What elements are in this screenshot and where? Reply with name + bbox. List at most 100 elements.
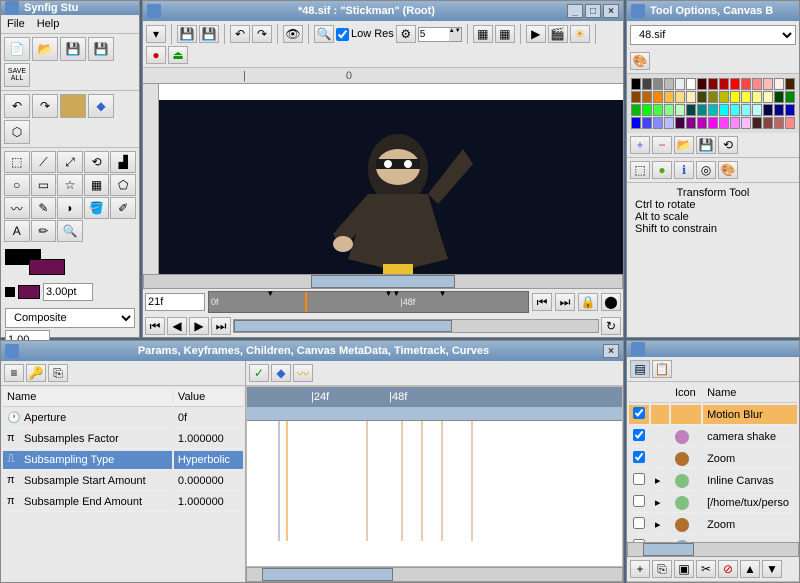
palette-cell[interactable] xyxy=(675,91,685,103)
palette-cell[interactable] xyxy=(752,91,762,103)
seek-end[interactable]: ⏭ xyxy=(211,317,231,335)
palette-cell[interactable] xyxy=(664,91,674,103)
time-input[interactable] xyxy=(145,293,205,311)
palette-cell[interactable] xyxy=(664,78,674,90)
palette-default[interactable]: ⟲ xyxy=(718,136,738,154)
layer-up[interactable]: ▲ xyxy=(740,560,760,578)
layer-row[interactable]: Zoom xyxy=(629,449,797,469)
toolbox-titlebar[interactable]: Synfig Stu xyxy=(1,1,139,15)
palette-cell[interactable] xyxy=(763,117,773,129)
palette-cell[interactable] xyxy=(774,78,784,90)
smooth-tool[interactable]: ⟋ xyxy=(31,151,57,173)
layer-group[interactable]: ▣ xyxy=(674,560,694,578)
palette-cell[interactable] xyxy=(686,104,696,116)
play[interactable]: ▶ xyxy=(189,317,209,335)
seek-prev[interactable]: ⏮ xyxy=(532,293,552,311)
palette-cell[interactable] xyxy=(708,104,718,116)
seek-next[interactable]: ⏭ xyxy=(555,293,575,311)
palette-cell[interactable] xyxy=(653,104,663,116)
param-row[interactable]: πSubsample End Amount1.000000 xyxy=(3,493,243,512)
tb-eye[interactable]: 👁 xyxy=(283,25,303,43)
layer-row[interactable]: camera shake xyxy=(629,427,797,447)
palette-cell[interactable] xyxy=(763,78,773,90)
width-tool[interactable]: ◗ xyxy=(57,197,83,219)
open-button[interactable]: 📂 xyxy=(32,37,58,61)
bounds-icon[interactable]: ⬤ xyxy=(601,293,621,311)
gradient-tool[interactable]: ▦ xyxy=(84,174,110,196)
menu-help[interactable]: Help xyxy=(37,18,60,30)
seek-begin[interactable]: ⏮ xyxy=(145,317,165,335)
layers-table[interactable]: IconName Motion Blurcamera shakeZoom▸Inl… xyxy=(627,382,799,542)
palette-cell[interactable] xyxy=(631,78,641,90)
palette-cell[interactable] xyxy=(763,104,773,116)
palette-cell[interactable] xyxy=(642,117,652,129)
palette-cell[interactable] xyxy=(708,91,718,103)
polygon-tool[interactable]: ⬠ xyxy=(110,174,136,196)
canvas-area[interactable]: |0 xyxy=(143,68,623,274)
tt-tab2[interactable]: ◆ xyxy=(271,364,291,382)
palette-cell[interactable] xyxy=(708,78,718,90)
canvas-viewport[interactable] xyxy=(159,100,623,274)
param-row[interactable]: πSubsamples Factor1.000000 xyxy=(3,430,243,449)
palette-cell[interactable] xyxy=(741,78,751,90)
palette-cell[interactable] xyxy=(774,91,784,103)
zoom-tool[interactable]: 🔍 xyxy=(57,220,83,242)
param-row[interactable]: ⎍Subsampling TypeHyperbolic xyxy=(3,451,243,470)
time-cursor[interactable] xyxy=(305,292,307,312)
palette-cell[interactable] xyxy=(708,117,718,129)
palette-cell[interactable] xyxy=(719,104,729,116)
palette-cell[interactable] xyxy=(741,91,751,103)
eyedropper-tool[interactable]: ✐ xyxy=(110,197,136,219)
palette-cell[interactable] xyxy=(686,117,696,129)
grid-show-btn[interactable]: ▦ xyxy=(473,25,493,43)
layer-visible-checkbox[interactable] xyxy=(633,451,645,463)
palette-cell[interactable] xyxy=(675,117,685,129)
fill-color[interactable] xyxy=(29,259,65,275)
nav2-tab[interactable]: ◎ xyxy=(696,161,716,179)
save-button[interactable]: 💾 xyxy=(60,37,86,61)
info-tab[interactable]: ℹ xyxy=(674,161,694,179)
palette-cell[interactable] xyxy=(653,117,663,129)
param-row[interactable]: 🕐Aperture0f xyxy=(3,409,243,428)
timetrack[interactable]: |24f |48f xyxy=(246,386,623,567)
palette-cell[interactable] xyxy=(631,104,641,116)
layer-del[interactable]: ⊘ xyxy=(718,560,738,578)
palette-cell[interactable] xyxy=(664,117,674,129)
palette-open[interactable]: 📂 xyxy=(674,136,694,154)
canvas-select[interactable]: 48.sif xyxy=(630,25,796,45)
blend-mode-select[interactable]: Composite xyxy=(5,308,135,328)
palette-cell[interactable] xyxy=(642,104,652,116)
new-button[interactable]: 📄 xyxy=(4,37,30,61)
rect-tool[interactable]: ▭ xyxy=(31,174,57,196)
layer-row[interactable]: ▸[/home/tux/perso xyxy=(629,493,797,513)
stroke-fill-swatch[interactable] xyxy=(18,285,40,299)
circle-tool[interactable]: ○ xyxy=(4,174,30,196)
palette-remove[interactable]: − xyxy=(652,136,672,154)
preview-btn[interactable]: 🎬 xyxy=(548,25,568,43)
palette-cell[interactable] xyxy=(653,91,663,103)
layer-row[interactable]: ▸Inline Canvas xyxy=(629,471,797,491)
loop-btn[interactable]: ↻ xyxy=(601,317,621,335)
fill-tool[interactable]: 🪣 xyxy=(84,197,110,219)
palette-add[interactable]: + xyxy=(630,136,650,154)
low-res-checkbox[interactable] xyxy=(336,28,349,41)
quality-icon[interactable]: ⚙ xyxy=(396,25,416,43)
render-btn[interactable]: ▶ xyxy=(526,25,546,43)
palette-save[interactable]: 💾 xyxy=(696,136,716,154)
palette-cell[interactable] xyxy=(719,117,729,129)
transform-tab[interactable]: ⬚ xyxy=(630,161,650,179)
palette-cell[interactable] xyxy=(697,91,707,103)
palette-cell[interactable] xyxy=(697,104,707,116)
layer-row[interactable]: Motion Blur xyxy=(629,405,797,425)
tt-scroll[interactable] xyxy=(246,567,623,582)
layer-cut[interactable]: ✂ xyxy=(696,560,716,578)
palette-cell[interactable] xyxy=(730,91,740,103)
minimize-button[interactable]: _ xyxy=(567,4,583,18)
palette-cell[interactable] xyxy=(741,104,751,116)
redo-button[interactable]: ↷ xyxy=(32,94,58,118)
layer-row[interactable]: ▸Zoom xyxy=(629,515,797,535)
stop-btn[interactable]: ⏏ xyxy=(168,46,188,64)
star-tool[interactable]: ☆ xyxy=(57,174,83,196)
brush-color-btn[interactable] xyxy=(60,94,86,118)
palette-cell[interactable] xyxy=(719,91,729,103)
